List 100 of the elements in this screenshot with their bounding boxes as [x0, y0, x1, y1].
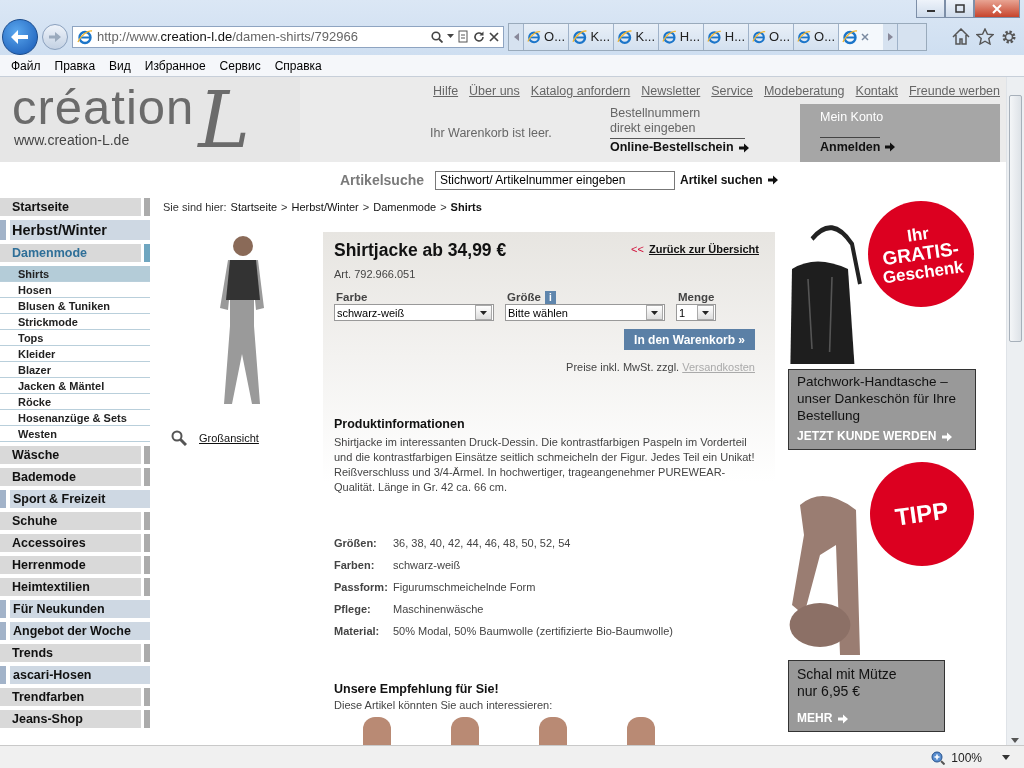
category-link[interactable]: Heimtextilien	[0, 578, 150, 596]
subcategory-link[interactable]: Kleider	[0, 346, 150, 362]
logo-letter[interactable]: L	[198, 80, 251, 159]
dropdown[interactable]: 1	[676, 304, 716, 321]
arrow-icon	[738, 142, 749, 153]
dropdown[interactable]: Bitte wählen	[505, 304, 665, 321]
dropdown[interactable]: schwarz-weiß	[334, 304, 494, 321]
category-link[interactable]: Jeans-Shop	[0, 710, 150, 728]
menu-item[interactable]: Правка	[47, 58, 103, 73]
login-link[interactable]: Anmelden	[820, 140, 896, 154]
subcategory-link[interactable]: Shirts	[0, 266, 150, 282]
subcategory-link[interactable]: Jacken & Mäntel	[0, 378, 150, 394]
header-link[interactable]: Modeberatung	[763, 84, 845, 98]
breadcrumb-link[interactable]: Herbst/Winter	[291, 201, 359, 213]
address-bar[interactable]: http://www.creation-l.de/damen-shirts/792966	[72, 25, 504, 48]
browser-tab[interactable]: O...	[748, 23, 793, 50]
close-button[interactable]	[974, 0, 1020, 18]
promo-badge[interactable]: TIPP	[870, 462, 974, 566]
subcategory-link[interactable]: Strickmode	[0, 314, 150, 330]
header-link[interactable]: Newsletter	[641, 84, 701, 98]
back-button[interactable]	[2, 18, 38, 55]
header-link[interactable]: Service	[711, 84, 753, 98]
breadcrumb-link[interactable]: Damenmode	[373, 201, 437, 213]
caret-icon[interactable]	[447, 34, 454, 40]
browser-tab[interactable]: H...	[658, 23, 703, 50]
header-link[interactable]: Hilfe	[433, 84, 459, 98]
star-icon[interactable]	[976, 27, 994, 45]
header-link[interactable]: Über uns	[469, 84, 520, 98]
breadcrumb-link[interactable]: Shirts	[450, 201, 482, 213]
caret-icon[interactable]	[1002, 755, 1010, 760]
minimize-button[interactable]	[916, 0, 945, 18]
search-icon[interactable]	[431, 30, 443, 43]
select-label: Größe	[507, 291, 541, 303]
header-link[interactable]: Katalog anfordern	[530, 84, 631, 98]
refresh-icon[interactable]	[473, 30, 485, 43]
maximize-button[interactable]	[945, 0, 974, 18]
browser-tab[interactable]: K...	[568, 23, 613, 50]
large-view-link[interactable]: Großansicht	[199, 432, 259, 444]
subcategory-link[interactable]: Westen	[0, 426, 150, 442]
browser-tab[interactable]: H...	[703, 23, 748, 50]
page-icon[interactable]	[458, 30, 469, 44]
photo-placeholder[interactable]	[627, 717, 655, 745]
menu-item[interactable]: Избранное	[137, 58, 213, 73]
photo-placeholder[interactable]	[451, 717, 479, 745]
category-link[interactable]: Herbst/Winter	[0, 220, 150, 240]
menu-item[interactable]: Вид	[102, 58, 138, 73]
menu-item[interactable]: Файл	[4, 58, 48, 73]
breadcrumb-label: Sie sind hier:	[163, 201, 227, 213]
category-link[interactable]: ascari-Hosen	[0, 666, 150, 684]
category-link[interactable]: Trends	[0, 644, 150, 662]
subcategory-link[interactable]: Röcke	[0, 394, 150, 410]
add-to-cart-button[interactable]: In den Warenkorb »	[624, 329, 755, 350]
promo-caption-panel[interactable]: Schal mit Mütze nur 6,95 € MEHR	[788, 660, 945, 732]
subcategory-link[interactable]: Blusen & Tuniken	[0, 298, 150, 314]
maximize-icon	[954, 4, 965, 13]
category-link[interactable]: Für Neukunden	[0, 600, 150, 618]
category-link[interactable]: Angebot der Woche	[0, 622, 150, 640]
category-link[interactable]: Trendfarben	[0, 688, 150, 706]
arrow-icon	[838, 713, 849, 724]
search-field[interactable]: Stichwort/ Artikelnummer eingeben	[435, 170, 675, 190]
close-icon[interactable]	[489, 31, 499, 42]
browser-tab[interactable]: O...	[793, 23, 838, 50]
promo-caption-panel[interactable]: Patchwork-Handtasche – unser Dankeschön für Ihre Bestellung JETZT KUNDE WERDEN	[788, 369, 976, 450]
menu-item[interactable]: Справка	[267, 58, 329, 73]
magnifier-icon[interactable]	[171, 430, 187, 446]
subcategory-link[interactable]: Tops	[0, 330, 150, 346]
logo-wordmark[interactable]: création	[12, 83, 195, 132]
promo-badge[interactable]: Ihr GRATIS- Geschenk	[868, 201, 974, 307]
order-hint: Bestellnummern	[610, 106, 702, 121]
photo-placeholder[interactable]	[363, 717, 391, 745]
category-link[interactable]: Wäsche	[0, 446, 150, 464]
category-link[interactable]: Schuhe	[0, 512, 150, 530]
back-link[interactable]: Zurück zur Übersicht	[648, 243, 759, 255]
category-link[interactable]: Startseite	[0, 198, 150, 216]
subcategory-link[interactable]: Hosenanzüge & Sets	[0, 410, 150, 426]
category-link[interactable]: Sport & Freizeit	[0, 490, 150, 508]
header-link[interactable]: Freunde werben	[908, 84, 1000, 98]
spec-value: Figurumschmeichelnde Form	[393, 580, 537, 595]
category-link[interactable]: Bademode	[0, 468, 150, 486]
browser-tab[interactable]: O...	[523, 23, 568, 50]
category-link[interactable]: Damenmode	[0, 244, 150, 262]
subcategory-link[interactable]: Blazer	[0, 362, 150, 378]
search-link[interactable]: Artikel suchen	[680, 173, 778, 187]
order-form-link[interactable]: Online-Bestellschein	[610, 140, 749, 155]
category-link[interactable]: Herrenmode	[0, 556, 150, 574]
browser-logo-icon	[527, 28, 542, 45]
category-link[interactable]: Accessoires	[0, 534, 150, 552]
info-badge[interactable]: i	[544, 290, 556, 304]
zoom-level[interactable]: 100%	[951, 750, 982, 765]
menu-item[interactable]: Сервис	[212, 58, 268, 73]
zoom-icon[interactable]	[931, 750, 946, 765]
browser-tab[interactable]: K...	[613, 23, 658, 50]
header-link[interactable]: Kontakt	[855, 84, 898, 98]
subcategory-link[interactable]: Hosen	[0, 282, 150, 298]
breadcrumb-link[interactable]: Startseite	[230, 201, 278, 213]
close-tab-icon[interactable]	[861, 32, 869, 41]
home-icon[interactable]	[952, 27, 970, 45]
browser-tab[interactable]	[838, 23, 883, 50]
scrollbar[interactable]	[1006, 77, 1024, 745]
photo-placeholder[interactable]	[539, 717, 567, 745]
